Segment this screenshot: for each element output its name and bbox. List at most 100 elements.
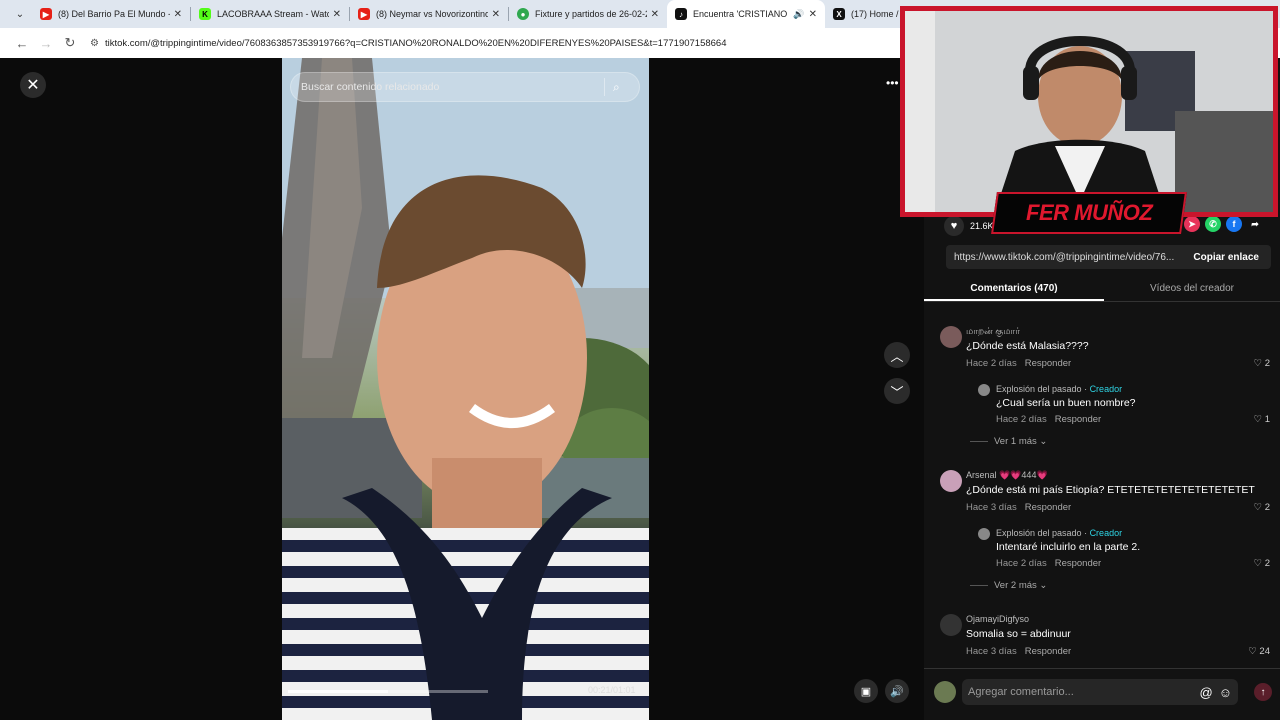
whatsapp-icon[interactable]: ✆ <box>1205 216 1221 232</box>
send-comment-button[interactable]: ↑ <box>1254 683 1272 701</box>
view-more-replies-button[interactable]: Ver 1 más ⌄ <box>970 436 1047 447</box>
comment-text: ¿Dónde está mi país Etiopía? ETETETETETE… <box>966 484 1255 496</box>
forward-icon[interactable]: → <box>34 36 58 51</box>
webcam-overlay <box>900 6 1278 217</box>
x-icon: X <box>833 8 845 20</box>
browser-tab-active[interactable]: ♪ Encuentra 'CRISTIANO RO 🔊 ✕ <box>667 0 825 28</box>
youtube-icon: ▶ <box>358 8 370 20</box>
tab-title: (8) Del Barrio Pa El Mundo - Yo <box>58 9 170 19</box>
tiktok-icon: ♪ <box>675 8 687 20</box>
send-icon[interactable]: ➤ <box>1184 216 1200 232</box>
comment-like[interactable]: ♡ 1 <box>1254 414 1270 425</box>
tab-comments[interactable]: Comentarios (470) <box>924 278 1104 301</box>
comment-meta: Hace 3 días Responder <box>966 646 1072 657</box>
reply-button[interactable]: Responder <box>1025 358 1071 369</box>
copy-link-button[interactable]: Copiar enlace <box>1181 252 1271 263</box>
creator-badge: Creador <box>1089 528 1123 538</box>
close-tab-icon[interactable]: ✕ <box>651 9 659 20</box>
tab-title: Encuentra 'CRISTIANO RO <box>693 9 789 19</box>
comment-like[interactable]: ♡ 24 <box>1248 646 1270 657</box>
streamer-nameplate: FER MUÑOZ <box>991 192 1187 234</box>
video-progress-fill <box>288 690 388 693</box>
kick-icon: K <box>199 8 211 20</box>
comment-author[interactable]: Explosión del pasado · Creador <box>996 384 1122 394</box>
comment-like[interactable]: ♡ 2 <box>1254 358 1270 369</box>
comment-input[interactable] <box>968 686 1200 698</box>
mention-icon[interactable]: @ <box>1200 685 1213 700</box>
creator-badge: Creador <box>1089 384 1123 394</box>
share-link-url[interactable]: https://www.tiktok.com/@trippingintime/v… <box>946 252 1181 263</box>
emoji-icon[interactable]: ☺ <box>1219 685 1232 700</box>
site-info-icon[interactable]: ⚙ <box>90 38 99 49</box>
view-more-replies-button[interactable]: Ver 2 más ⌄ <box>970 580 1047 591</box>
webcam-image <box>905 11 1273 212</box>
avatar[interactable] <box>978 384 990 396</box>
comment-text: ¿Dónde está Malasia???? <box>966 340 1089 352</box>
tab-title: (8) Neymar vs Novorizontino (2 <box>376 9 488 19</box>
tab-title: Fixture y partidos de 26-02-202 <box>535 9 647 19</box>
comment-like[interactable]: ♡ 2 <box>1254 502 1270 513</box>
reply-button[interactable]: Responder <box>1055 414 1101 425</box>
like-count: 21.6K <box>970 221 994 231</box>
url-text: tiktok.com/@trippingintime/video/7608363… <box>104 37 727 49</box>
comment-meta: Hace 3 días Responder <box>966 502 1072 513</box>
related-search-box[interactable]: ⌕ <box>290 72 640 102</box>
pip-icon[interactable]: ▣ <box>854 679 878 703</box>
my-avatar <box>934 681 956 703</box>
avatar[interactable] <box>940 326 962 348</box>
comment-author[interactable]: Arsenal 💗💗444💗 <box>966 470 1048 481</box>
avatar[interactable] <box>940 470 962 492</box>
close-tab-icon[interactable]: ✕ <box>492 9 500 20</box>
browser-tab[interactable]: K LACOBRAAA Stream - Watch Li ✕ <box>191 0 349 28</box>
comment-meta: Hace 2 días Responder <box>996 558 1102 569</box>
comment-text: Somalia so = abdinuur <box>966 628 1071 640</box>
share-link-row: https://www.tiktok.com/@trippingintime/v… <box>946 245 1271 269</box>
comment-text: ¿Cual sería un buen nombre? <box>996 397 1136 409</box>
comment-author[interactable]: Explosión del pasado · Creador <box>996 528 1122 538</box>
share-arrow-icon[interactable]: ➦ <box>1247 216 1263 232</box>
comment-author[interactable]: மாறன் குமார் <box>966 326 1020 338</box>
heart-icon[interactable]: ♥ <box>944 216 964 236</box>
tab-search-chevron-icon[interactable]: ⌄ <box>8 0 32 28</box>
speaker-icon[interactable]: 🔊 <box>793 9 804 20</box>
browser-tab[interactable]: ● Fixture y partidos de 26-02-202 ✕ <box>509 0 667 28</box>
back-icon[interactable]: ← <box>10 36 34 51</box>
streamer-name: FER MUÑOZ <box>1025 200 1153 225</box>
close-icon[interactable]: ✕ <box>20 72 46 98</box>
reload-icon[interactable]: ↻ <box>58 35 82 51</box>
video-timecode: 00:21/01:01 <box>588 685 636 695</box>
reply-button[interactable]: Responder <box>1025 502 1071 513</box>
browser-tab[interactable]: ▶ (8) Del Barrio Pa El Mundo - Yo ✕ <box>32 0 190 28</box>
browser-tab[interactable]: ▶ (8) Neymar vs Novorizontino (2 ✕ <box>350 0 508 28</box>
previous-video-button[interactable]: ︿ <box>884 342 910 368</box>
related-search-input[interactable] <box>301 81 604 93</box>
share-buttons: ➤ ✆ f ➦ <box>1184 216 1263 232</box>
comment-like[interactable]: ♡ 2 <box>1254 558 1270 569</box>
avatar[interactable] <box>940 614 962 636</box>
comment-meta: Hace 2 días Responder <box>996 414 1102 425</box>
comment-text: Intentaré incluirlo en la parte 2. <box>996 541 1141 553</box>
comment-composer: @ ☺ ↑ <box>924 668 1280 720</box>
panel-tabs: Comentarios (470) Vídeos del creador <box>924 278 1280 302</box>
youtube-icon: ▶ <box>40 8 52 20</box>
comment-meta: Hace 2 días Responder <box>966 358 1072 369</box>
search-icon[interactable]: ⌕ <box>613 80 639 95</box>
tab-title: LACOBRAAA Stream - Watch Li <box>217 9 329 19</box>
comment-input-box[interactable]: @ ☺ <box>962 679 1238 705</box>
close-tab-icon[interactable]: ✕ <box>333 9 341 20</box>
tab-creator-videos[interactable]: Vídeos del creador <box>1104 278 1280 301</box>
close-tab-icon[interactable]: ✕ <box>809 9 817 20</box>
comment-author[interactable]: OjamayiDigfyso <box>966 614 1029 624</box>
next-video-button[interactable]: ﹀ <box>884 378 910 404</box>
reply-button[interactable]: Responder <box>1055 558 1101 569</box>
avatar[interactable] <box>978 528 990 540</box>
video-progress-bar[interactable] <box>288 690 488 693</box>
volume-icon[interactable]: 🔊 <box>885 679 909 703</box>
close-tab-icon[interactable]: ✕ <box>174 9 182 20</box>
video-player[interactable] <box>282 58 649 720</box>
video-frame-image <box>282 58 649 720</box>
soccer-icon: ● <box>517 8 529 20</box>
like-action[interactable]: ♥ 21.6K <box>944 216 994 236</box>
reply-button[interactable]: Responder <box>1025 646 1071 657</box>
facebook-icon[interactable]: f <box>1226 216 1242 232</box>
